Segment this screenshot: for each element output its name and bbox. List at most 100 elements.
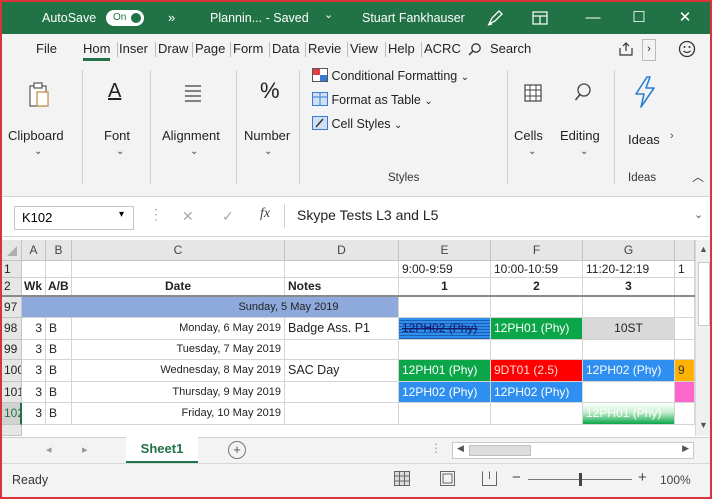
coauthor-pen-icon[interactable] bbox=[486, 2, 504, 34]
grid-cell[interactable] bbox=[583, 382, 675, 403]
spreadsheet-grid[interactable]: A B C D E F G 1 9:00-9:59 10:00-10:59 11… bbox=[2, 240, 710, 436]
scroll-left-icon[interactable]: ◀ bbox=[457, 443, 464, 454]
tab-help[interactable]: Help bbox=[388, 34, 415, 64]
grid-cell[interactable] bbox=[675, 278, 695, 296]
grid-cell[interactable] bbox=[399, 340, 491, 360]
search-box[interactable]: Search bbox=[490, 34, 531, 64]
grid-cell[interactable] bbox=[675, 403, 695, 425]
format-as-table-button[interactable]: Format as Table ⌄ bbox=[312, 92, 433, 107]
normal-view-icon[interactable] bbox=[394, 471, 410, 489]
column-header-h[interactable] bbox=[675, 240, 695, 261]
grid-cell[interactable] bbox=[22, 261, 46, 278]
select-all-corner[interactable] bbox=[2, 240, 22, 261]
date-cell[interactable]: Tuesday, 7 May 2019 bbox=[72, 340, 285, 360]
font-group[interactable]: A Font ⌄ bbox=[90, 64, 150, 188]
file-name[interactable]: Plannin... - Saved bbox=[210, 2, 309, 34]
page-layout-view-icon[interactable] bbox=[440, 471, 455, 489]
expand-formula-bar-icon[interactable]: ⌄ bbox=[694, 208, 703, 221]
period-time-cell[interactable]: 11:20-12:19 bbox=[583, 261, 675, 278]
ab-cell[interactable]: B bbox=[46, 340, 72, 360]
period-number-cell[interactable]: 2 bbox=[491, 278, 583, 296]
ideas-group[interactable]: Ideas Ideas bbox=[620, 64, 670, 188]
grid-cell[interactable] bbox=[46, 261, 72, 278]
enter-icon[interactable]: ✓ bbox=[222, 208, 234, 225]
editing-group[interactable]: Editing ⌄ bbox=[558, 64, 610, 188]
period-number-cell[interactable]: 1 bbox=[399, 278, 491, 296]
grid-cell[interactable] bbox=[399, 297, 491, 318]
grid-cell[interactable] bbox=[72, 261, 285, 278]
grid-cell[interactable] bbox=[675, 340, 695, 360]
collapse-ribbon-icon[interactable]: ︿ bbox=[692, 168, 704, 185]
prev-sheet-icon[interactable]: ◂ bbox=[46, 443, 52, 456]
user-name[interactable]: Stuart Fankhauser bbox=[362, 2, 465, 34]
ribbon-scroll-right-icon[interactable]: › bbox=[670, 130, 674, 142]
notes-cell[interactable]: Badge Ass. P1 bbox=[285, 318, 399, 340]
row-header[interactable] bbox=[2, 425, 22, 436]
zoom-level[interactable]: 100% bbox=[660, 473, 691, 487]
sunday-row-cell[interactable]: Sunday, 5 May 2019 bbox=[22, 297, 399, 318]
minimize-button[interactable]: — bbox=[570, 2, 616, 34]
week-cell[interactable]: 3 bbox=[22, 382, 46, 403]
tab-review[interactable]: Revie bbox=[308, 34, 341, 64]
tab-formulas[interactable]: Form bbox=[233, 34, 263, 64]
column-header-d[interactable]: D bbox=[285, 240, 399, 261]
zoom-in-button[interactable]: + bbox=[638, 469, 647, 486]
header-date[interactable]: Date bbox=[72, 278, 285, 296]
grid-cell[interactable] bbox=[285, 261, 399, 278]
class-cell[interactable]: 12PH02 (Phy) bbox=[399, 318, 491, 340]
grid-cell[interactable] bbox=[675, 297, 695, 318]
grid-cell[interactable] bbox=[583, 340, 675, 360]
row-header[interactable]: 98 bbox=[2, 318, 22, 340]
class-cell[interactable]: 10ST bbox=[583, 318, 675, 340]
tab-home[interactable]: Hom bbox=[83, 34, 111, 64]
period-time-cell[interactable]: 9:00-9:59 bbox=[399, 261, 491, 278]
tab-acrobat[interactable]: ACRC bbox=[424, 34, 461, 64]
close-button[interactable]: ✕ bbox=[662, 2, 708, 34]
search-icon[interactable] bbox=[468, 34, 482, 64]
cells-group[interactable]: Cells ⌄ bbox=[512, 64, 556, 188]
date-cell[interactable]: Friday, 10 May 2019 bbox=[72, 403, 285, 425]
column-header-e[interactable]: E bbox=[399, 240, 491, 261]
tab-draw[interactable]: Draw bbox=[158, 34, 188, 64]
chevron-right-icon[interactable]: › bbox=[642, 39, 656, 61]
class-cell[interactable]: 12PH02 (Phy) bbox=[399, 382, 491, 403]
date-cell[interactable]: Thursday, 9 May 2019 bbox=[72, 382, 285, 403]
class-cell[interactable]: 12PH02 (Phy) bbox=[491, 382, 583, 403]
cell-styles-button[interactable]: Cell Styles ⌄ bbox=[312, 116, 402, 131]
grid-cell[interactable]: 1 bbox=[675, 261, 695, 278]
row-header-selected[interactable]: 102 bbox=[2, 403, 22, 425]
class-cell-partial[interactable]: 9 bbox=[675, 360, 695, 382]
row-header[interactable]: 97 bbox=[2, 297, 22, 318]
tab-view[interactable]: View bbox=[350, 34, 378, 64]
week-cell[interactable]: 3 bbox=[22, 340, 46, 360]
scroll-right-icon[interactable]: ▶ bbox=[682, 443, 689, 454]
ab-cell[interactable]: B bbox=[46, 318, 72, 340]
class-cell-partial[interactable] bbox=[675, 382, 695, 403]
class-cell[interactable]: 12PH01 (Phy) bbox=[583, 403, 675, 425]
grid-cell[interactable] bbox=[491, 297, 583, 318]
conditional-formatting-button[interactable]: Conditional Formatting ⌄ bbox=[312, 68, 469, 83]
horizontal-scrollbar[interactable]: ◀ ▶ bbox=[452, 442, 694, 459]
class-cell[interactable]: 12PH01 (Phy) bbox=[399, 360, 491, 382]
grid-cell[interactable] bbox=[675, 318, 695, 340]
period-number-cell[interactable]: 3 bbox=[583, 278, 675, 296]
row-header[interactable]: 1 bbox=[2, 261, 22, 278]
smiley-feedback-icon[interactable] bbox=[678, 34, 696, 64]
week-cell[interactable]: 3 bbox=[22, 403, 46, 425]
row-header[interactable]: 99 bbox=[2, 340, 22, 360]
tab-page-layout[interactable]: Page bbox=[195, 34, 225, 64]
tab-data[interactable]: Data bbox=[272, 34, 299, 64]
share-icon[interactable] bbox=[618, 34, 634, 64]
notes-cell[interactable]: SAC Day bbox=[285, 360, 399, 382]
name-box[interactable]: K102 ▾ bbox=[14, 206, 134, 230]
header-notes[interactable]: Notes bbox=[285, 278, 399, 296]
clipboard-group[interactable]: Clipboard ⌄ bbox=[8, 64, 74, 188]
notes-cell[interactable] bbox=[285, 403, 399, 425]
week-cell[interactable]: 3 bbox=[22, 318, 46, 340]
add-sheet-button[interactable]: + bbox=[228, 441, 246, 459]
scroll-down-icon[interactable]: ▼ bbox=[699, 420, 708, 430]
notes-cell[interactable] bbox=[285, 340, 399, 360]
alignment-group[interactable]: Alignment ⌄ bbox=[158, 64, 230, 188]
cancel-icon[interactable]: ✕ bbox=[182, 208, 194, 225]
vertical-scrollbar[interactable]: ▲ ▼ bbox=[695, 240, 710, 436]
